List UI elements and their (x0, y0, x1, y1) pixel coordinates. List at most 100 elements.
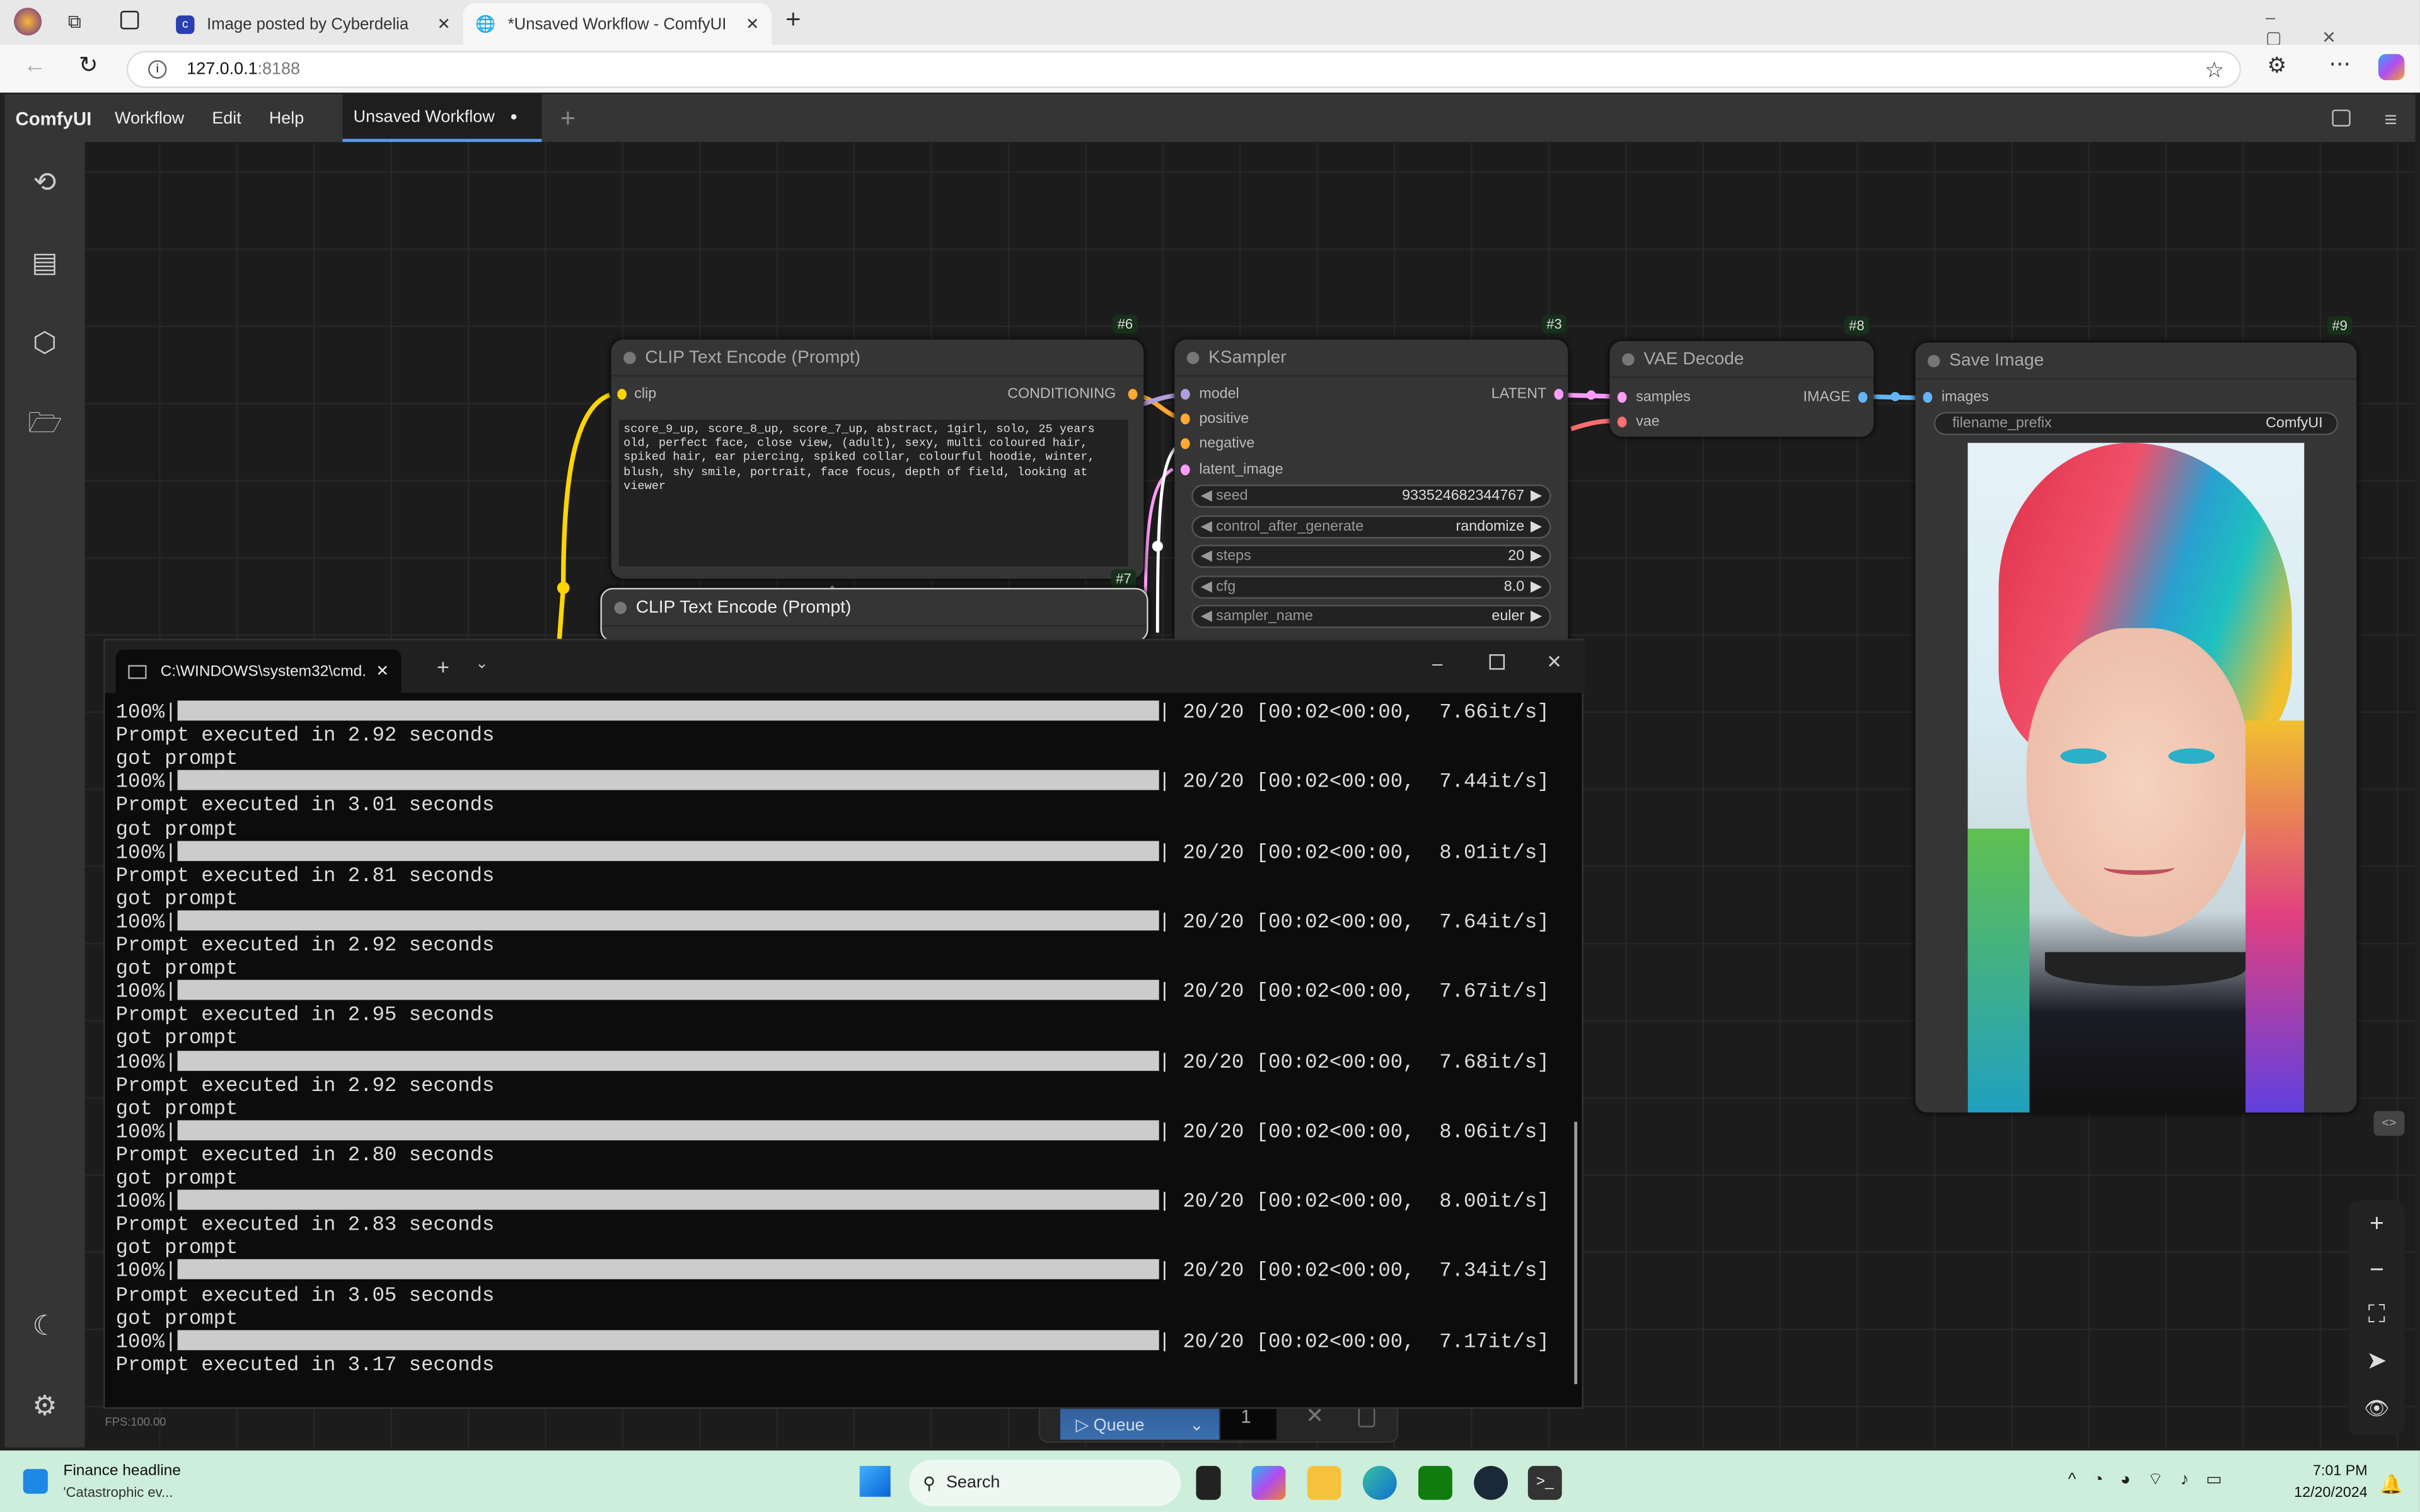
progress-steps: | 20/20 [00:02<00:00, (1158, 910, 1440, 933)
terminal-taskbar-icon[interactable]: >_ (1527, 1465, 1562, 1500)
search-icon: ⚲ (923, 1474, 935, 1493)
negative-input-slot[interactable] (1180, 438, 1190, 449)
progress-rate: 7.67it/s (1439, 980, 1537, 1003)
fps-counter: FPS:100.00 (105, 1415, 166, 1429)
progress-percent: 100%| (115, 700, 177, 724)
progress-bar (177, 1259, 1159, 1280)
fit-view-icon[interactable]: ⛶ (2357, 1296, 2397, 1337)
xbox-icon[interactable] (1418, 1465, 1452, 1500)
zoom-out-icon[interactable]: − (2357, 1252, 2397, 1292)
progress-percent: 100%| (115, 1119, 177, 1143)
file-explorer-icon[interactable] (1307, 1465, 1341, 1500)
widget-value: 20 (1508, 548, 1525, 565)
taskbar-search[interactable]: ⚲ Search (909, 1460, 1181, 1506)
prompt-executed-line: Prompt executed in 2.92 seconds (116, 724, 495, 747)
slot-label: LATENT (1491, 386, 1547, 403)
steam-icon[interactable] (1474, 1465, 1508, 1500)
progress-steps: | 20/20 [00:02<00:00, (1158, 1189, 1440, 1213)
toggle-links-eye-icon[interactable]: 👁 (2357, 1388, 2397, 1429)
progress-line: 100%| | 20/20 [00:02<00:00, 7.44it/s] (115, 770, 1549, 794)
progress-rate: 7.17it/s (1439, 1329, 1537, 1353)
positive-input-slot[interactable] (1180, 413, 1190, 425)
executed-suffix: seconds (397, 863, 495, 887)
images-input-slot[interactable] (1923, 391, 1933, 403)
progress-percent: 100%| (115, 1329, 177, 1353)
progress-line: 100%| | 20/20 [00:02<00:00, 7.64it/s] (115, 910, 1549, 933)
progress-rate: 7.64it/s (1439, 910, 1537, 933)
windows-start-icon[interactable] (859, 1465, 891, 1497)
maximize-icon[interactable] (1489, 654, 1505, 670)
latent-image-input-slot[interactable] (1180, 464, 1190, 476)
conditioning-output-slot[interactable] (1128, 388, 1138, 400)
news-subtitle[interactable]: 'Catastrophic ev... (63, 1484, 173, 1499)
clip-input-slot[interactable] (617, 388, 627, 400)
cfg-widget[interactable]: ◀ cfg 8.0 ▶ (1191, 575, 1551, 599)
progress-steps: | 20/20 [00:02<00:00, (1158, 700, 1440, 724)
clear-queue-icon[interactable] (1358, 1407, 1375, 1428)
terminal-scrollbar[interactable] (1574, 1121, 1578, 1385)
terminal-dropdown-icon[interactable]: ⌄ (475, 656, 489, 673)
save-image-node[interactable]: Save Image images filename_prefix ComfyUI (1915, 342, 2357, 1113)
minimize-icon[interactable]: – (1432, 653, 1442, 674)
clip-text-encode-node-2[interactable]: CLIP Text Encode (Prompt) (600, 587, 1149, 642)
slot-label: positive (1199, 410, 1249, 428)
widgets-news-icon[interactable] (23, 1469, 48, 1494)
new-terminal-tab-icon[interactable]: + (437, 654, 449, 679)
prompt-executed-line: Prompt executed in 2.95 seconds (116, 1003, 495, 1027)
slot-label: samples (1636, 388, 1691, 406)
node-title[interactable]: Save Image (1915, 343, 2357, 380)
samples-input-slot[interactable] (1617, 391, 1627, 403)
vae-input-slot[interactable] (1617, 417, 1627, 428)
select-mode-icon[interactable]: ➤ (2357, 1342, 2397, 1383)
steps-widget[interactable]: ◀ steps 20 ▶ (1191, 545, 1551, 568)
model-input-slot[interactable] (1180, 388, 1190, 400)
vae-decode-node[interactable]: VAE Decode samples vae IMAGE (1609, 341, 1874, 437)
widget-label: sampler_name (1216, 608, 1314, 625)
executed-time: 2.92 (347, 933, 397, 957)
generated-image-preview[interactable] (1967, 442, 2305, 1113)
sampler-name-widget[interactable]: ◀ sampler_name euler ▶ (1191, 604, 1551, 628)
control-after-generate-widget[interactable]: ◀ control_after_generate randomize ▶ (1191, 515, 1551, 539)
terminal-tab[interactable]: C:\WINDOWS\system32\cmd. ✕ (115, 649, 402, 693)
edge-icon[interactable] (1362, 1465, 1397, 1500)
ksampler-node[interactable]: KSampler model positive negative latent_… (1174, 339, 1568, 649)
executed-time: 2.95 (347, 1003, 397, 1027)
close-tab-icon[interactable]: ✕ (376, 663, 389, 680)
minimap-toggle-icon[interactable]: <> (2373, 1111, 2405, 1136)
latent-output-slot[interactable] (1554, 388, 1564, 400)
progress-line: 100%| | 20/20 [00:02<00:00, 7.17it/s] (115, 1329, 1549, 1353)
news-headline[interactable]: Finance headline (63, 1463, 180, 1480)
notification-bell-icon[interactable]: 🔔 (2380, 1474, 2403, 1495)
copilot-taskbar-icon[interactable] (1251, 1465, 1286, 1500)
seed-widget[interactable]: ◀ seed 933524682344767 ▶ (1191, 484, 1551, 508)
clock-date[interactable]: 12/20/2024 (2284, 1484, 2367, 1501)
executed-suffix: seconds (397, 1213, 495, 1237)
widget-label: filename_prefix (1952, 415, 2052, 432)
got-prompt-line: got prompt (115, 817, 238, 841)
node-title[interactable]: CLIP Text Encode (Prompt) (601, 589, 1147, 627)
clip-text-encode-node[interactable]: CLIP Text Encode (Prompt) clip CONDITION… (611, 339, 1144, 579)
node-id-badge: #3 (1541, 315, 1567, 333)
node-title[interactable]: VAE Decode (1609, 341, 1874, 378)
node-title[interactable]: CLIP Text Encode (Prompt) (611, 340, 1144, 377)
system-tray-icons[interactable]: ^◔◕⌔♪▭ (2068, 1469, 2239, 1491)
progress-steps: | 20/20 [00:02<00:00, (1158, 980, 1440, 1003)
terminal-window[interactable]: C:\WINDOWS\system32\cmd. ✕ + ⌄ – ✕ 100%|… (103, 638, 1585, 1409)
zoom-in-icon[interactable]: + (2357, 1205, 2397, 1245)
progress-percent: 100%| (115, 980, 177, 1003)
prompt-textarea[interactable]: score_9_up, score_8_up, score_7_up, abst… (618, 419, 1128, 567)
node-title[interactable]: KSampler (1174, 340, 1568, 377)
close-window-icon[interactable]: ✕ (1546, 651, 1562, 672)
clock-time[interactable]: 7:01 PM (2284, 1463, 2368, 1480)
filename-prefix-widget[interactable]: filename_prefix ComfyUI (1933, 412, 2339, 436)
executed-time: 3.01 (347, 794, 397, 817)
progress-bar (177, 1119, 1159, 1140)
chevron-down-icon[interactable]: ⌄ (1190, 1415, 1204, 1435)
got-prompt-line: got prompt (115, 1236, 238, 1260)
taskbar-app-icon[interactable] (1196, 1465, 1221, 1500)
image-output-slot[interactable] (1858, 391, 1868, 403)
executed-prefix: Prompt executed in (115, 724, 348, 747)
progress-bar (177, 840, 1159, 861)
slot-label: CONDITIONING (1007, 386, 1116, 403)
executed-time: 2.81 (347, 863, 397, 887)
